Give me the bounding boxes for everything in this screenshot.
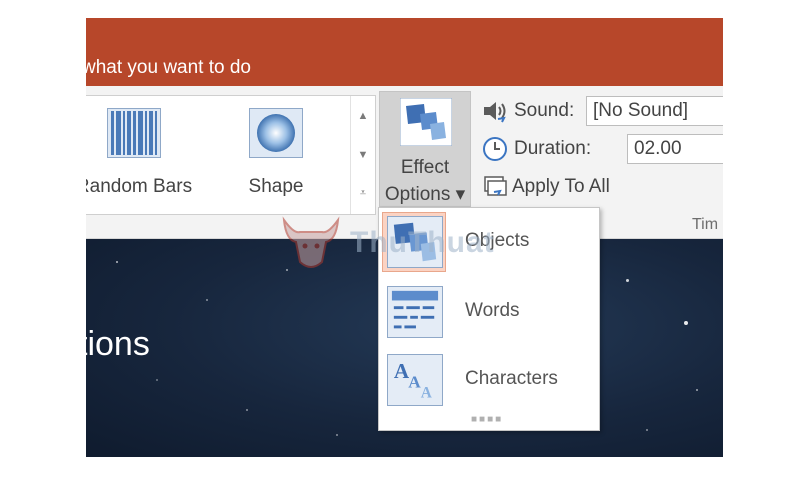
characters-icon: A A A <box>387 354 443 406</box>
star <box>646 429 648 431</box>
star <box>206 299 208 301</box>
random-bars-icon <box>107 108 161 158</box>
effect-options-menu: Objects Words A A A Characters ■■■■ <box>378 207 600 431</box>
menu-item-words[interactable]: Words <box>379 282 599 348</box>
apply-to-all-label: Apply To All <box>512 176 610 197</box>
star <box>246 409 248 411</box>
tell-me-search[interactable]: what you want to do <box>86 57 251 79</box>
shape-circle-icon <box>249 108 303 158</box>
scroll-up-icon[interactable]: ▲ <box>351 96 375 135</box>
objects-icon <box>387 216 443 268</box>
svg-text:A: A <box>421 384 432 401</box>
star <box>116 261 118 263</box>
duration-input[interactable]: 02.00 <box>627 134 723 164</box>
effect-options-button[interactable]: Effect Options ▾ <box>379 91 471 207</box>
effect-options-label-2: Options ▾ <box>384 184 466 205</box>
words-icon <box>387 286 443 338</box>
sound-label: Sound: <box>514 100 575 121</box>
powerpoint-window: what you want to do Random Bars Shape ▲ … <box>86 18 723 457</box>
star <box>286 269 288 271</box>
gallery-item-label: Shape <box>248 176 304 197</box>
apply-to-all-button[interactable]: Apply To All <box>482 171 610 203</box>
gallery-more-icon[interactable]: ⩡ <box>351 174 375 213</box>
star <box>626 279 629 282</box>
svg-text:A: A <box>408 373 421 392</box>
speaker-icon <box>484 102 506 123</box>
menu-resize-grip-icon[interactable]: ■■■■ <box>471 414 503 425</box>
timing-group: Sound: [No Sound] Duration: 02.00 Apply … <box>482 93 723 213</box>
gallery-scrollbar[interactable]: ▲ ▼ ⩡ <box>350 96 375 214</box>
effect-options-icon <box>400 98 452 146</box>
slide-title-text[interactable]: tions <box>86 325 150 364</box>
transition-gallery: Random Bars Shape ▲ ▼ ⩡ <box>86 95 376 215</box>
menu-item-label: Characters <box>465 368 558 389</box>
timing-group-label: Tim <box>692 216 719 233</box>
menu-item-objects[interactable]: Objects <box>379 212 599 278</box>
apply-to-all-icon <box>484 176 507 196</box>
gallery-item-label: Random Bars <box>86 176 193 197</box>
menu-item-characters[interactable]: A A A Characters <box>379 350 599 416</box>
menu-item-label: Objects <box>465 230 530 251</box>
clock-icon <box>483 137 507 161</box>
gallery-item-shape[interactable]: Shape <box>216 96 336 214</box>
star <box>684 321 688 325</box>
effect-options-label-1: Effect <box>400 157 450 178</box>
star <box>336 434 338 436</box>
star <box>696 389 698 391</box>
menu-item-label: Words <box>465 300 520 321</box>
sound-select[interactable]: [No Sound] <box>586 96 723 126</box>
title-bar: what you want to do <box>86 18 723 86</box>
duration-row: Duration: <box>482 133 591 165</box>
gallery-item-random-bars[interactable]: Random Bars <box>86 96 194 214</box>
scroll-down-icon[interactable]: ▼ <box>351 135 375 174</box>
sound-row: Sound: <box>482 95 574 127</box>
star <box>156 379 158 381</box>
duration-label: Duration: <box>514 138 592 159</box>
